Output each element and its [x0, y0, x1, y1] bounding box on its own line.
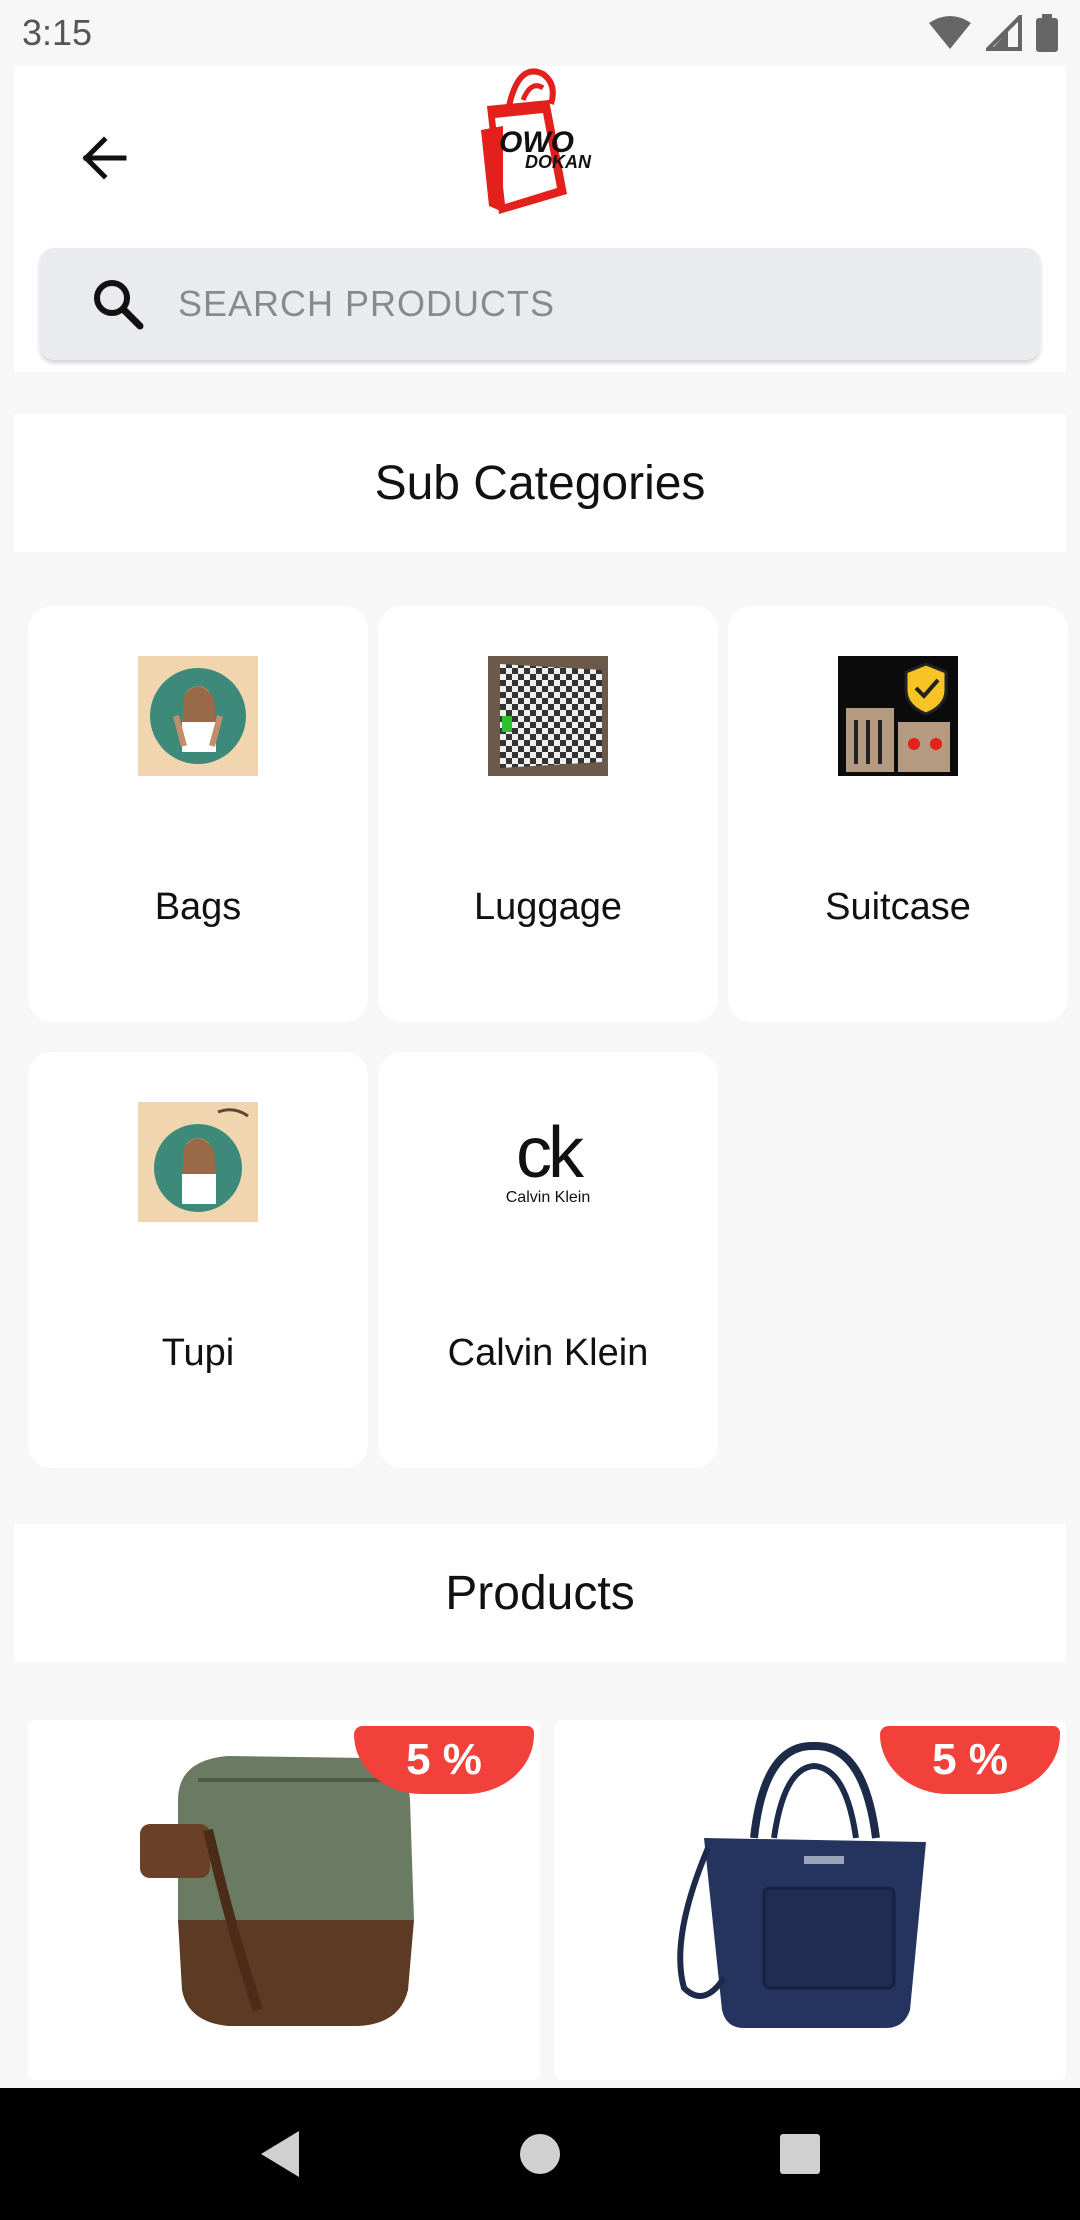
category-label-calvin-klein: Calvin Klein: [447, 1332, 649, 1374]
ck-logo-text: ck: [516, 1113, 584, 1193]
sub-categories-header: Sub Categories: [14, 414, 1066, 552]
category-card-calvin-klein[interactable]: ck Calvin Klein Calvin Klein: [378, 1052, 718, 1468]
category-image-luggage: [488, 656, 608, 776]
wifi-icon: [929, 16, 971, 49]
search-icon: [94, 280, 144, 330]
logo-text-bottom: DOKAN: [525, 152, 592, 172]
category-label-bags: Bags: [154, 886, 242, 928]
brand-logo: OWO DOKAN: [459, 66, 639, 216]
nav-home-button[interactable]: [495, 2109, 585, 2199]
square-recents-icon: [780, 2134, 820, 2174]
shopping-bag-logo-icon: OWO DOKAN: [481, 68, 592, 214]
sub-categories-title: Sub Categories: [374, 456, 706, 510]
header: OWO DOKAN: [14, 66, 1066, 372]
search-bar[interactable]: [40, 248, 1040, 360]
battery-icon: [1036, 14, 1058, 52]
products-header: Products: [14, 1524, 1066, 1662]
products-title: Products: [445, 1566, 635, 1620]
product-card[interactable]: 5 %: [554, 1720, 1066, 2080]
category-card-luggage[interactable]: Luggage: [378, 606, 718, 1022]
status-bar: 3:15: [0, 0, 1080, 66]
calvin-klein-logo: ck Calvin Klein: [488, 1102, 608, 1222]
nav-back-button[interactable]: [235, 2109, 325, 2199]
back-button[interactable]: [56, 110, 152, 206]
product-card[interactable]: 5 %: [28, 1720, 540, 2080]
arrow-back-icon: [82, 136, 127, 180]
category-image-suitcase: [838, 656, 958, 776]
category-label-luggage: Luggage: [474, 886, 622, 928]
circle-home-icon: [520, 2134, 560, 2174]
category-label-tupi: Tupi: [161, 1332, 235, 1374]
status-time: 3:15: [22, 12, 93, 53]
ck-logo-subtext: Calvin Klein: [505, 1189, 591, 1206]
cell-signal-icon: [986, 15, 1022, 51]
search-input[interactable]: [178, 283, 978, 325]
status-icons: [928, 14, 1058, 52]
category-card-suitcase[interactable]: Suitcase: [728, 606, 1068, 1022]
nav-recents-button[interactable]: [755, 2109, 845, 2199]
system-nav-bar: [0, 2088, 1080, 2220]
category-card-tupi[interactable]: Tupi: [28, 1052, 368, 1468]
category-image-tupi: [138, 1102, 258, 1222]
category-card-bags[interactable]: Bags: [28, 606, 368, 1022]
category-image-bags: [138, 656, 258, 776]
category-label-suitcase: Suitcase: [825, 886, 971, 928]
triangle-back-icon: [261, 2131, 299, 2177]
